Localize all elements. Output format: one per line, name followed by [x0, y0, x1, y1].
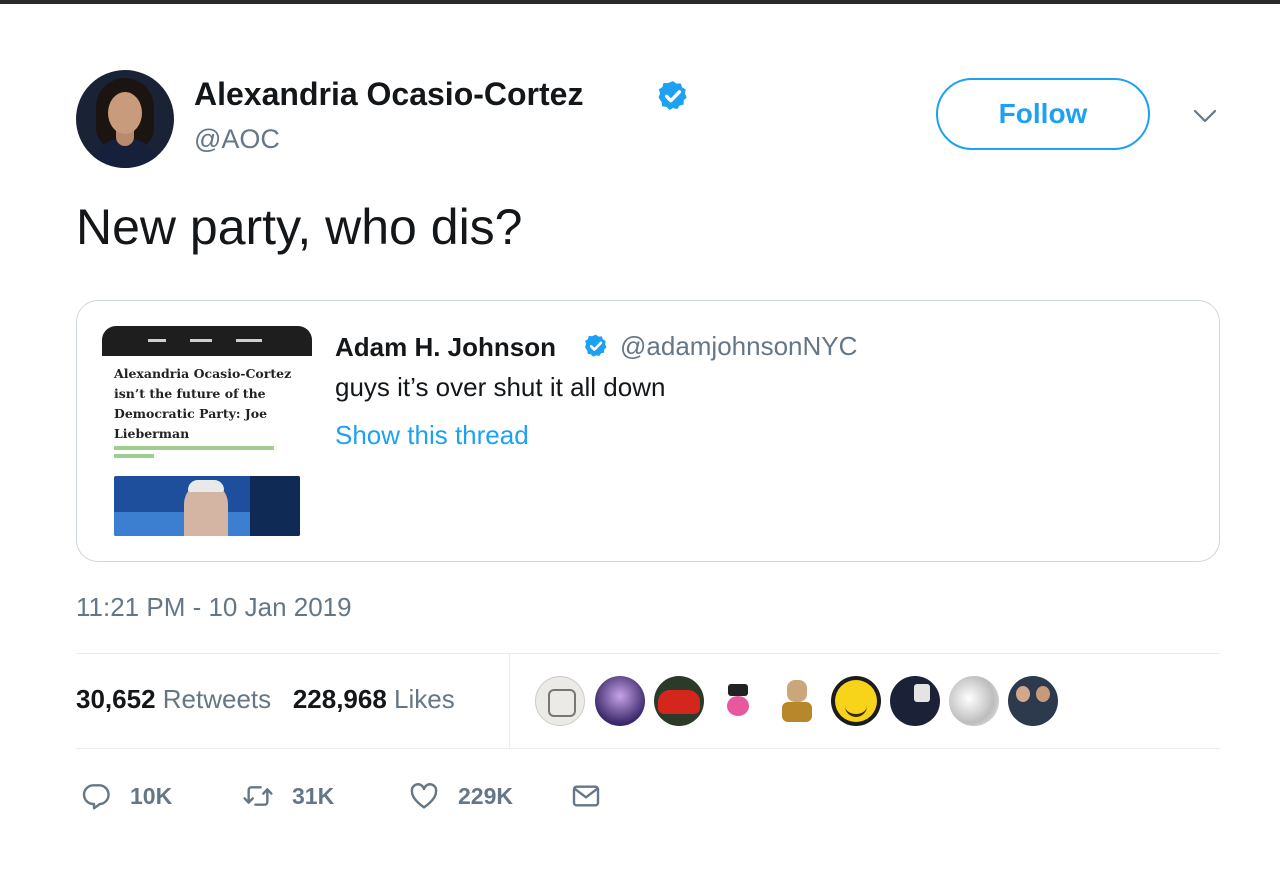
thumbnail-headline: Alexandria Ocasio-Cortez isn’t the futur… — [114, 366, 292, 441]
chevron-down-icon[interactable] — [1192, 106, 1218, 126]
retweet-count: 31K — [292, 782, 335, 809]
envelope-icon — [572, 785, 600, 807]
reply-icon — [82, 784, 110, 810]
liker-avatar[interactable] — [595, 676, 645, 726]
liker-avatar[interactable] — [949, 676, 999, 726]
reply-count: 10K — [130, 782, 173, 809]
thumbnail-byline-2 — [114, 454, 154, 458]
divider-top — [76, 653, 1220, 654]
tweet-stats: 30,652 Retweets 228,968 Likes — [76, 684, 455, 715]
liker-avatar[interactable] — [831, 676, 881, 726]
reply-button[interactable]: 10K — [80, 778, 172, 814]
author-handle[interactable]: @AOC — [194, 124, 280, 155]
retweets-stat[interactable]: 30,652 Retweets — [76, 684, 271, 714]
quoted-author-handle[interactable]: @adamjohnsonNYC — [620, 331, 857, 362]
liker-avatar[interactable] — [713, 676, 763, 726]
retweet-icon — [243, 786, 273, 806]
liker-avatar[interactable] — [890, 676, 940, 726]
liker-avatar[interactable] — [654, 676, 704, 726]
window-top-bar — [0, 0, 1280, 4]
thumbnail-nav-bar — [102, 326, 312, 356]
retweet-button[interactable]: 31K — [242, 778, 334, 814]
author-name[interactable]: Alexandria Ocasio-Cortez — [194, 76, 583, 113]
liker-avatar[interactable] — [772, 676, 822, 726]
like-count: 229K — [458, 782, 513, 809]
thumbnail-byline — [114, 446, 274, 450]
tweet-text: New party, who dis? — [76, 199, 523, 255]
author-avatar[interactable] — [76, 70, 174, 168]
verified-badge-icon — [584, 334, 607, 357]
heart-icon — [410, 783, 438, 809]
tweet-action-bar: 10K 31K 229K — [80, 778, 640, 814]
likes-stat[interactable]: 228,968 Likes — [293, 684, 455, 714]
follow-button[interactable]: Follow — [936, 78, 1150, 150]
direct-message-button[interactable] — [570, 778, 602, 814]
quoted-author-name[interactable]: Adam H. Johnson — [335, 332, 556, 363]
quoted-tweet-thumbnail[interactable]: Alexandria Ocasio-Cortez isn’t the futur… — [102, 326, 312, 538]
liker-avatar[interactable] — [1008, 676, 1058, 726]
show-thread-link[interactable]: Show this thread — [335, 420, 529, 451]
quoted-tweet-text: guys it’s over shut it all down — [335, 372, 666, 402]
verified-badge-icon — [658, 81, 687, 111]
tweet-timestamp[interactable]: 11:21 PM - 10 Jan 2019 — [76, 592, 352, 623]
stats-vertical-divider — [509, 654, 510, 748]
like-button[interactable]: 229K — [408, 778, 513, 814]
divider-bottom — [76, 748, 1220, 749]
thumbnail-photo — [114, 476, 300, 536]
liker-avatar[interactable] — [535, 676, 585, 726]
